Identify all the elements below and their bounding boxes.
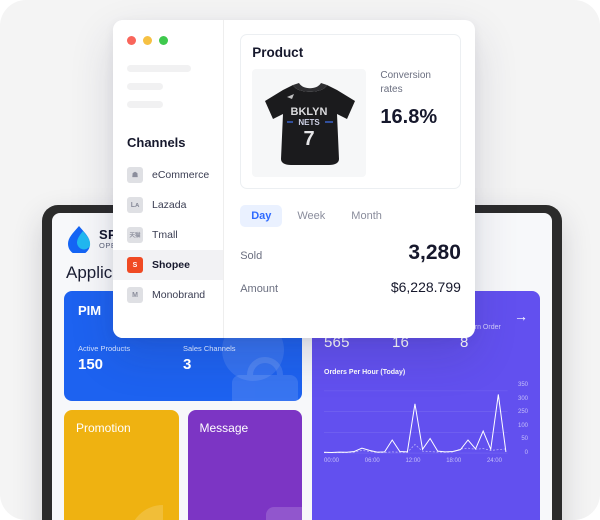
tmall-icon: 天猫 (127, 227, 143, 243)
sidebar-heading: Channels (127, 135, 186, 150)
x-tick-label: 24:00 (486, 458, 502, 464)
pim-stats: Active Products 150 Sales Channels 3 (78, 344, 288, 373)
y-tick-label: 100 (517, 422, 528, 429)
x-tick-label: 00:00 (324, 458, 340, 464)
metric-value: $6,228.799 (390, 279, 461, 295)
stat-value: 3 (183, 356, 192, 373)
tshirt-icon: BKLYN NETS 7 (265, 83, 356, 165)
y-tick-label: 350 (517, 382, 528, 388)
traffic-light-buttons (113, 36, 223, 45)
channel-item-tmall[interactable]: 天猫 Tmall (113, 220, 223, 250)
product-row: BKLYN NETS 7 Conversion rates 16.8% (252, 69, 449, 177)
channel-item-shopee[interactable]: S Shopee (113, 250, 224, 280)
close-button[interactable] (127, 36, 136, 45)
channel-item-label: Shopee (152, 259, 190, 271)
metric-amount: Amount $6,228.799 (240, 279, 461, 295)
promotion-card-label: Promotion (76, 421, 131, 435)
y-tick-label: 50 (521, 436, 528, 443)
pim-stat-sales-channels: Sales Channels 3 (183, 344, 288, 373)
product-card: Product BKLYN NETS 7 Conversion rates 16… (240, 34, 461, 189)
channel-item-lazada[interactable]: Lᴀ Lazada (113, 190, 223, 220)
pim-card[interactable]: PIM Active Products 150 Sales Channels 3 (64, 291, 302, 401)
skeleton-bar (127, 83, 163, 90)
minimize-button[interactable] (143, 36, 152, 45)
product-card-title: Product (252, 45, 304, 60)
monobrand-icon: M (127, 287, 143, 303)
message-card-label: Message (199, 421, 249, 435)
y-tick-label: 300 (517, 395, 528, 402)
stat-key: Sales Channels (183, 344, 236, 353)
svg-text:BKLYN: BKLYN (291, 106, 328, 118)
channel-item-label: Tmall (152, 229, 178, 241)
chart-series-orders (324, 395, 506, 453)
sidebar-placeholder-group (113, 45, 223, 108)
chart-x-axis: 00:00 06:00 12:00 18:00 24:00 (324, 458, 528, 464)
pim-stat-active-products: Active Products 150 (78, 344, 183, 373)
y-tick-label: 0 (524, 449, 528, 456)
shape-watermark-icon (266, 507, 302, 520)
screenshot-canvas: SPE OPE Application PIM (0, 0, 600, 520)
shopee-icon: S (127, 257, 143, 273)
promotion-card[interactable]: Promotion → (64, 410, 179, 520)
message-card[interactable]: Message → (187, 410, 302, 520)
channel-item-label: Lazada (152, 199, 187, 211)
small-cards-row: Promotion → Message → (64, 410, 302, 520)
svg-text:7: 7 (304, 128, 315, 150)
skeleton-bar (127, 101, 163, 108)
metric-key: Sold (240, 250, 263, 262)
orders-per-hour-chart: 350 300 250 100 50 0 00:00 06:00 12:00 18:00 24:0… (324, 382, 528, 474)
chart-title: Orders Per Hour (Today) (324, 369, 406, 376)
droplet-logo-icon (68, 226, 91, 253)
ecommerce-icon: ☗ (127, 167, 143, 183)
x-tick-label: 12:00 (405, 458, 421, 464)
tab-month[interactable]: Month (340, 205, 393, 227)
zoom-button[interactable] (159, 36, 168, 45)
chart-y-axis: 350 300 250 100 50 0 (504, 382, 528, 456)
y-tick-label: 250 (517, 409, 528, 416)
channel-item-label: Monobrand (152, 289, 206, 301)
period-tabs: Day Week Month (240, 205, 461, 227)
skeleton-bar (127, 65, 191, 72)
chart-plot-area (324, 390, 508, 454)
floating-app-window: Channels ☗ eCommerce Lᴀ Lazada 天猫 Tmall S Shope… (113, 20, 475, 338)
stat-key: Active Products (78, 344, 131, 353)
metric-key: Amount (240, 283, 279, 295)
x-tick-label: 06:00 (364, 458, 380, 464)
window-main: Product BKLYN NETS 7 Conversion rates 16… (224, 20, 475, 338)
stat-value: 150 (78, 356, 104, 373)
pim-card-label: PIM (78, 303, 102, 318)
channel-item-label: eCommerce (152, 169, 210, 181)
metric-sold: Sold 3,280 (240, 241, 461, 265)
conversion-value: 16.8% (380, 106, 438, 128)
conversion-block: Conversion rates 16.8% (380, 69, 449, 129)
window-sidebar: Channels ☗ eCommerce Lᴀ Lazada 天猫 Tmall S Shope… (113, 20, 225, 338)
channel-list: ☗ eCommerce Lᴀ Lazada 天猫 Tmall S Shopee M Monobra… (113, 160, 224, 310)
tab-day[interactable]: Day (240, 205, 283, 227)
product-image: BKLYN NETS 7 (252, 69, 367, 177)
conversion-label: Conversion rates (380, 70, 431, 95)
arrow-right-icon[interactable]: → (514, 309, 528, 323)
lazada-icon: Lᴀ (127, 197, 143, 213)
x-tick-label: 18:00 (446, 458, 462, 464)
shape-watermark-icon (134, 505, 163, 520)
tab-week[interactable]: Week (286, 205, 336, 227)
channel-item-ecommerce[interactable]: ☗ eCommerce (113, 160, 223, 190)
svg-text:NETS: NETS (299, 118, 321, 127)
metric-value: 3,280 (408, 241, 461, 264)
